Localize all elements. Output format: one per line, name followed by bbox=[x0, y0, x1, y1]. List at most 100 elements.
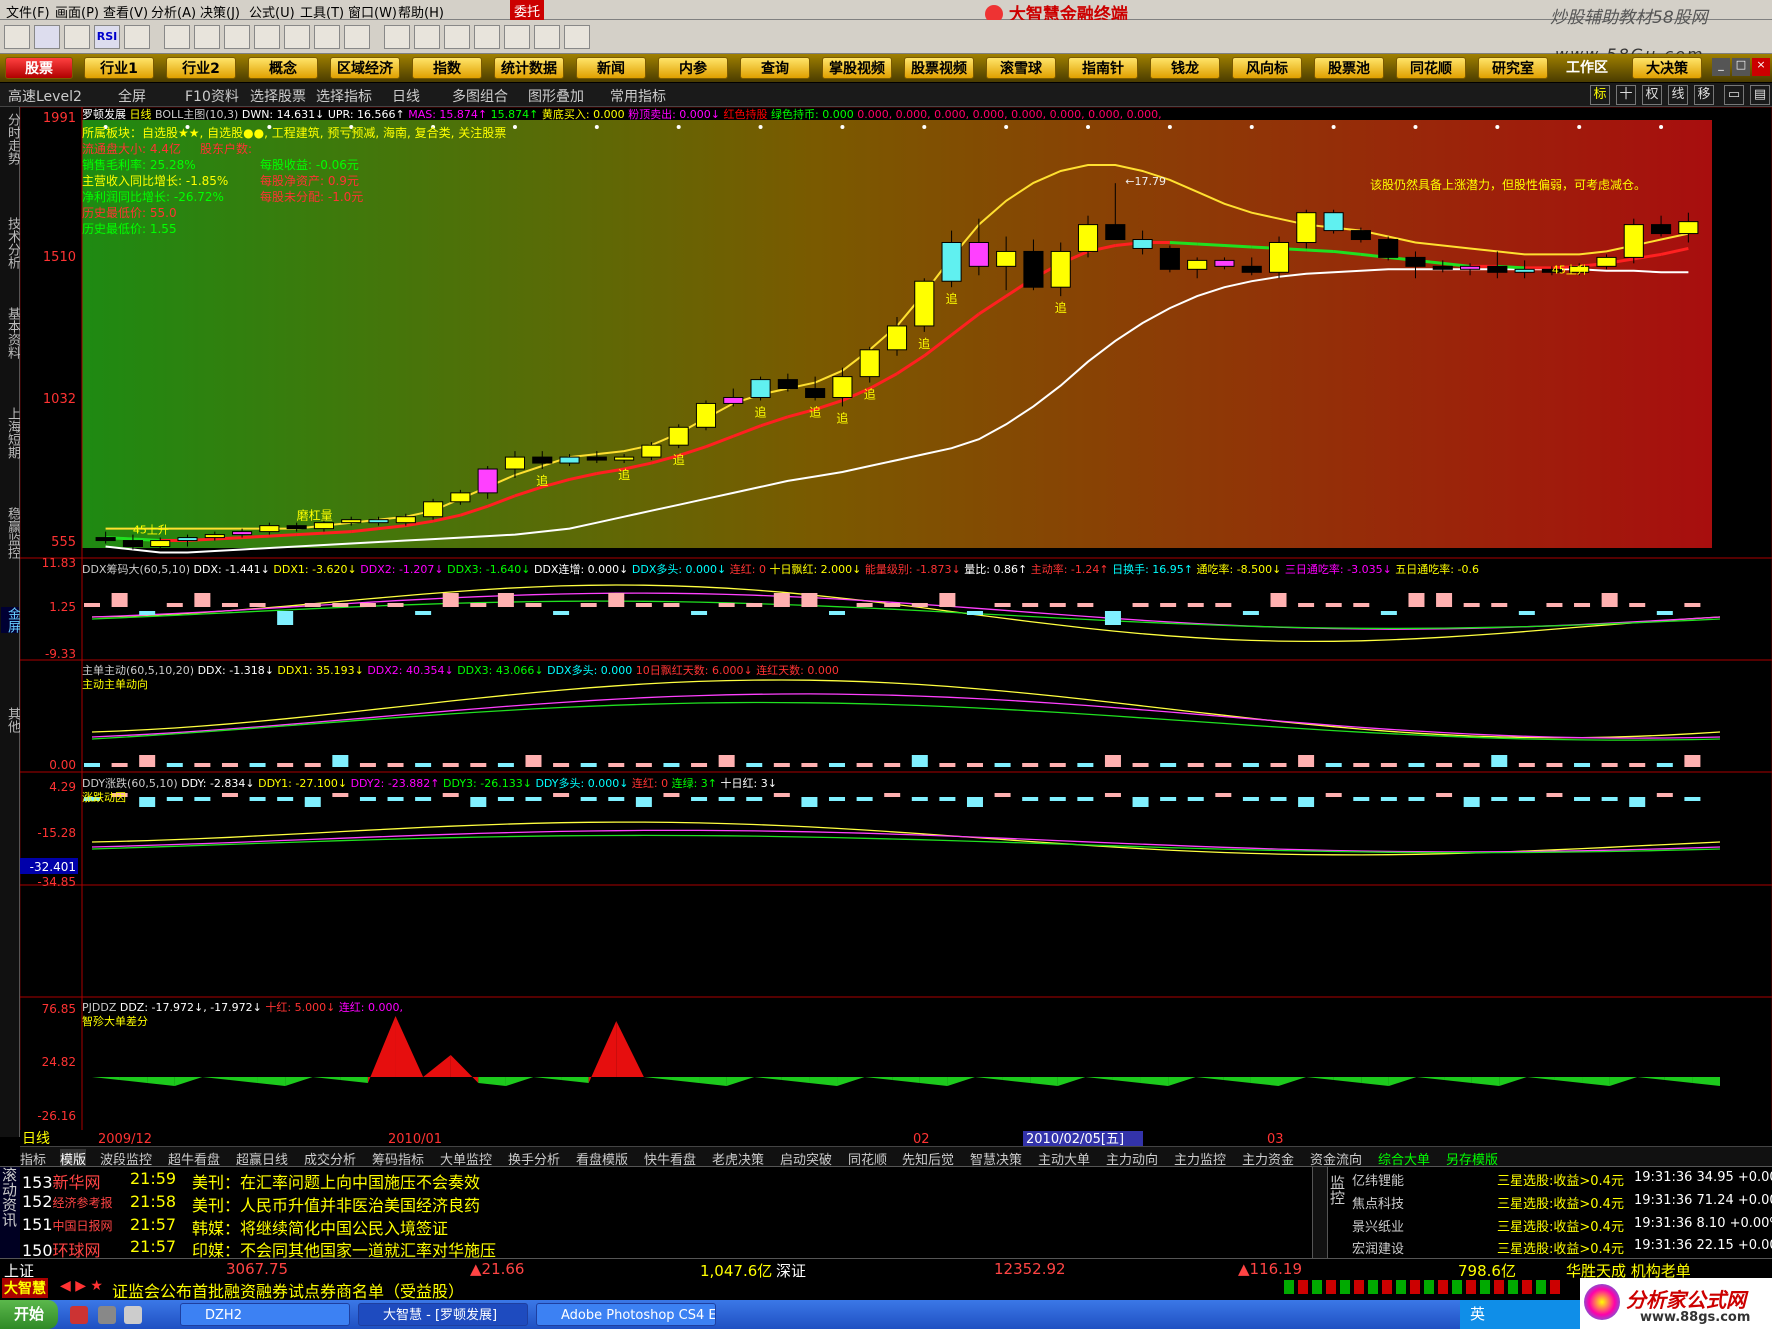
move-icon[interactable]: 移 bbox=[1694, 85, 1714, 105]
tab-technical[interactable]: 技术分析 bbox=[1, 217, 20, 269]
tab-monitor[interactable]: 稳赢监控 bbox=[1, 507, 20, 559]
nav-region[interactable]: 区域经济 bbox=[330, 57, 400, 79]
menu-tools[interactable]: 工具(T) bbox=[300, 2, 344, 21]
layout-icon[interactable]: ▤ bbox=[1750, 85, 1770, 105]
task-dzh2[interactable]: DZH2 bbox=[180, 1303, 350, 1326]
news-scrollbar[interactable] bbox=[1312, 1167, 1328, 1259]
tool-icon-11[interactable] bbox=[314, 25, 340, 49]
nav-qianlong[interactable]: 钱龙 bbox=[1150, 57, 1220, 79]
pen-icon[interactable] bbox=[194, 25, 220, 49]
tool-icon-5[interactable] bbox=[124, 25, 150, 49]
chart-area[interactable]: ←17.79追 追追追追追追追追追磨杠量45上升45上升 罗顿发展 日线 BOLL… bbox=[20, 107, 1772, 1147]
mark-icon[interactable]: 标 bbox=[1590, 85, 1610, 105]
close-icon[interactable]: × bbox=[1752, 58, 1770, 76]
tool-icon-12[interactable] bbox=[344, 25, 370, 49]
ime-indicator[interactable]: 英 bbox=[1470, 1305, 1485, 1323]
task-dazhihui[interactable]: 大智慧 - [罗顿发展] bbox=[358, 1303, 528, 1326]
chase-signal-label: 追 bbox=[836, 410, 848, 425]
nav-compass[interactable]: 指南针 bbox=[1068, 57, 1138, 79]
overlay-button[interactable]: 图形叠加 bbox=[528, 86, 584, 106]
window-icon[interactable]: ▭ bbox=[1724, 85, 1744, 105]
line-icon[interactable]: 线 bbox=[1668, 85, 1688, 105]
right-icon[interactable]: 权 bbox=[1642, 85, 1662, 105]
nav-research[interactable]: 研究室 bbox=[1478, 57, 1548, 79]
fullscreen-button[interactable]: 全屏 bbox=[118, 86, 146, 106]
select-stock-button[interactable]: 选择股票 bbox=[250, 86, 306, 106]
nav-pool[interactable]: 股票池 bbox=[1314, 57, 1384, 79]
menu-help[interactable]: 帮助(H) bbox=[398, 2, 444, 21]
tool-icon-1[interactable] bbox=[4, 25, 30, 49]
select-indicator-button[interactable]: 选择指标 bbox=[316, 86, 372, 106]
f10-button[interactable]: F10资料 bbox=[185, 86, 239, 106]
tool-icon-9[interactable] bbox=[254, 25, 280, 49]
minimize-icon[interactable]: _ bbox=[1712, 58, 1730, 76]
nav-industry2[interactable]: 行业2 bbox=[166, 57, 236, 79]
crosshair-icon[interactable] bbox=[164, 25, 190, 49]
level2-button[interactable]: 高速Level2 bbox=[8, 86, 82, 106]
nav-index[interactable]: 指数 bbox=[412, 57, 482, 79]
tool-icon-16[interactable] bbox=[474, 25, 500, 49]
nav-industry1[interactable]: 行业1 bbox=[84, 57, 154, 79]
news-item[interactable]: 150环球网 21:57 印媒：不会同其他国家一道就汇率对华施压 bbox=[22, 1237, 496, 1260]
x-axis-period[interactable]: 日线 bbox=[22, 1131, 50, 1147]
menu-window[interactable]: 窗口(W) bbox=[348, 2, 397, 21]
ddz-area-segment bbox=[919, 1077, 948, 1086]
tab-shanghai[interactable]: 上海短期 bbox=[1, 407, 20, 459]
period-select[interactable]: 日线 bbox=[392, 86, 420, 106]
nav-decision[interactable]: 大决策 bbox=[1632, 57, 1702, 79]
nav-video2[interactable]: 股票视频 bbox=[904, 57, 974, 79]
task-photoshop[interactable]: Adobe Photoshop CS4 E... bbox=[536, 1303, 716, 1326]
tool-icon-3[interactable] bbox=[64, 25, 90, 49]
ddx-bar bbox=[249, 603, 266, 607]
menu-file[interactable]: 文件(F) bbox=[6, 2, 50, 21]
tool-icon-17[interactable] bbox=[504, 25, 530, 49]
menu-formula[interactable]: 公式(U) bbox=[249, 2, 295, 21]
quicklaunch-icon-3[interactable] bbox=[124, 1306, 142, 1324]
menu-analysis[interactable]: 分析(A) bbox=[151, 2, 196, 21]
ddx-bar bbox=[1077, 603, 1094, 607]
nav-internal[interactable]: 内参 bbox=[658, 57, 728, 79]
nav-news[interactable]: 新闻 bbox=[576, 57, 646, 79]
nav-query[interactable]: 查询 bbox=[740, 57, 810, 79]
menu-trade[interactable]: 委托 bbox=[510, 0, 545, 21]
tool-icon-2[interactable] bbox=[34, 25, 60, 49]
ddz-area-segment bbox=[754, 1077, 782, 1080]
tool-icon-13[interactable] bbox=[384, 25, 410, 49]
rsi-icon[interactable]: RSI bbox=[94, 25, 120, 49]
nav-stock[interactable]: 股票 bbox=[5, 57, 73, 79]
common-indicator-button[interactable]: 常用指标 bbox=[610, 86, 666, 106]
menu-view[interactable]: 查看(V) bbox=[103, 2, 148, 21]
news-item[interactable]: 151中国日报网 21:57 韩媒：将继续简化中国公民入境签证 bbox=[22, 1215, 448, 1238]
tool-icon-10[interactable] bbox=[284, 25, 310, 49]
quicklaunch-icon-2[interactable] bbox=[98, 1306, 116, 1324]
tab-basic[interactable]: 基本资料 bbox=[1, 307, 20, 359]
news-item[interactable]: 153新华网 21:59 美刊：在汇率问题上向中国施压不会奏效 bbox=[22, 1169, 480, 1192]
tab-goldscreen[interactable]: 金屏 bbox=[1, 607, 20, 633]
ticker-text[interactable]: 证监会公布首批融资融券试点券商名单（受益股） bbox=[112, 1278, 464, 1302]
multi-chart-button[interactable]: 多图组合 bbox=[452, 86, 508, 106]
tool-icon-18[interactable] bbox=[534, 25, 560, 49]
nav-stats[interactable]: 统计数据 bbox=[494, 57, 564, 79]
tool-icon-15[interactable] bbox=[444, 25, 470, 49]
nav-workspace[interactable]: 工作区 bbox=[1552, 57, 1622, 79]
tool-icon-14[interactable] bbox=[414, 25, 440, 49]
ddy-header: DDY涨跌(60,5,10) DDY: -2.834↓ DDY1: -27.10… bbox=[82, 776, 777, 790]
tab-other[interactable]: 其他 bbox=[1, 707, 20, 733]
menu-decision[interactable]: 决策(J) bbox=[200, 2, 240, 21]
nav-vane[interactable]: 风向标 bbox=[1232, 57, 1302, 79]
help-cursor-icon[interactable] bbox=[564, 25, 590, 49]
restore-icon[interactable]: □ bbox=[1732, 58, 1750, 76]
tool-icon-8[interactable] bbox=[224, 25, 250, 49]
tab-intraday[interactable]: 分时走势 bbox=[1, 113, 20, 165]
nav-video1[interactable]: 掌股视频 bbox=[822, 57, 892, 79]
app-title: 大智慧金融终端 bbox=[985, 0, 1185, 25]
start-button[interactable]: 开始 bbox=[0, 1300, 58, 1329]
nav-ths[interactable]: 同花顺 bbox=[1396, 57, 1466, 79]
news-item[interactable]: 152经济参考报 21:58 美刊：人民币升值并非医治美国经济良药 bbox=[22, 1192, 480, 1215]
quicklaunch-icon-1[interactable] bbox=[70, 1306, 88, 1324]
cross-icon[interactable]: 十 bbox=[1616, 85, 1636, 105]
nav-snowball[interactable]: 滚雪球 bbox=[986, 57, 1056, 79]
top-marker-dot bbox=[1413, 125, 1418, 129]
nav-concept[interactable]: 概念 bbox=[248, 57, 318, 79]
menu-view-screen[interactable]: 画面(P) bbox=[55, 2, 99, 21]
